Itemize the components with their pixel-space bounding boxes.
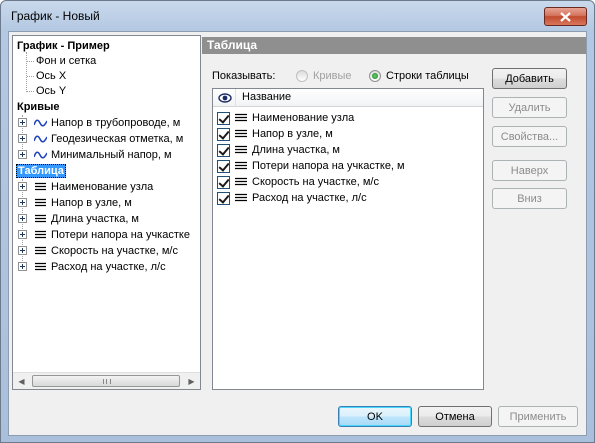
visible-checkbox[interactable] <box>217 191 230 205</box>
tree-item-background[interactable]: Фон и сетка <box>36 53 96 69</box>
tree-table-group[interactable]: Таблица <box>16 163 66 179</box>
list-item[interactable]: Напор в узле, м <box>217 126 333 142</box>
tree-table-label: Таблица <box>16 164 66 178</box>
tree-table-item[interactable]: Скорость на участке, м/с <box>17 243 178 259</box>
expand-icon[interactable] <box>18 246 27 255</box>
tree-item-axis-y[interactable]: Ось Y <box>36 83 66 99</box>
scroll-thumb[interactable] <box>32 375 180 387</box>
tree-table-item[interactable]: Наименование узла <box>17 179 153 195</box>
text-lines-icon <box>235 193 247 202</box>
list-item[interactable]: Потери напора на учкастке, м <box>217 158 405 174</box>
radio-curves-label: Кривые <box>313 70 352 82</box>
list-item[interactable]: Длина участка, м <box>217 142 340 158</box>
radio-table-rows-label: Строки таблицы <box>386 70 469 82</box>
radio-curves-circle <box>296 70 308 82</box>
tree-item-axis-x[interactable]: Ось X <box>36 68 66 84</box>
close-button[interactable] <box>544 7 587 26</box>
panel-header: Таблица <box>202 37 586 54</box>
window-title: График - Новый <box>11 9 100 23</box>
list-item-label: Напор в узле, м <box>252 128 333 140</box>
apply-button[interactable]: Применить <box>498 406 578 427</box>
tree-table-item[interactable]: Расход на участке, л/с <box>17 259 166 275</box>
list-item-label: Расход на участке, л/с <box>252 192 367 204</box>
expand-icon[interactable] <box>18 134 27 143</box>
text-lines-icon <box>235 161 247 170</box>
show-label: Показывать: <box>212 70 276 82</box>
list-item-label: Потери напора на учкастке, м <box>252 160 405 172</box>
expand-icon[interactable] <box>18 198 27 207</box>
tree-table-item-label: Напор в узле, м <box>51 197 132 209</box>
settings-tree[interactable]: График - Пример Фон и сетка Ось X Ось Y … <box>12 35 201 390</box>
title-bar[interactable]: График - Новый <box>1 1 594 31</box>
expand-icon[interactable] <box>18 230 27 239</box>
tree-curve-item[interactable]: Геодезическая отметка, м <box>17 131 183 147</box>
list-header: Название <box>213 89 483 107</box>
table-rows-list[interactable]: Название Наименование узла Напор в узле,… <box>212 88 484 390</box>
tree-table-item-label: Длина участка, м <box>51 213 139 225</box>
dialog-window: График - Новый График - Пример Фон и сет… <box>0 0 595 443</box>
list-item-label: Длина участка, м <box>252 144 340 156</box>
visible-checkbox[interactable] <box>217 127 230 141</box>
tree-curve-label: Минимальный напор, м <box>51 149 172 161</box>
ok-button[interactable]: OK <box>338 406 412 427</box>
visible-checkbox[interactable] <box>217 111 230 125</box>
scroll-grip-icon <box>103 379 111 384</box>
eye-icon[interactable] <box>218 92 232 104</box>
column-name-header[interactable]: Название <box>242 91 291 103</box>
text-lines-icon <box>34 262 47 272</box>
add-button[interactable]: Добавить <box>492 68 567 89</box>
properties-button[interactable]: Свойства... <box>492 126 567 147</box>
list-item-label: Скорость на участке, м/с <box>252 176 379 188</box>
list-item[interactable]: Расход на участке, л/с <box>217 190 367 206</box>
expand-icon[interactable] <box>18 118 27 127</box>
text-lines-icon <box>34 230 47 240</box>
tree-table-item[interactable]: Напор в узле, м <box>17 195 132 211</box>
radio-table-rows-circle[interactable] <box>369 70 381 82</box>
list-item[interactable]: Наименование узла <box>217 110 354 126</box>
radio-table-rows[interactable]: Строки таблицы <box>369 70 469 82</box>
tree-table-item-label: Расход на участке, л/с <box>51 261 166 273</box>
text-lines-icon <box>235 177 247 186</box>
text-lines-icon <box>34 246 47 256</box>
tree-curve-label: Геодезическая отметка, м <box>51 133 184 145</box>
tree-curves-group[interactable]: Кривые <box>17 99 59 115</box>
text-lines-icon <box>235 129 247 138</box>
tree-curve-item[interactable]: Минимальный напор, м <box>17 147 172 163</box>
tree-horizontal-scrollbar[interactable]: ◀ ▶ <box>13 372 200 389</box>
close-icon <box>560 11 571 22</box>
expand-icon[interactable] <box>18 150 27 159</box>
tree-table-item[interactable]: Длина участка, м <box>17 211 139 227</box>
text-lines-icon <box>34 214 47 224</box>
expand-icon[interactable] <box>18 262 27 271</box>
text-lines-icon <box>34 198 47 208</box>
cancel-button[interactable]: Отмена <box>418 406 492 427</box>
dialog-client: График - Пример Фон и сетка Ось X Ось Y … <box>8 31 587 436</box>
move-up-button[interactable]: Наверх <box>492 160 567 181</box>
tree-table-item-label: Потери напора на учкастке <box>51 229 190 241</box>
delete-button[interactable]: Удалить <box>492 97 567 118</box>
tree-curve-label: Напор в трубопроводе, м <box>51 117 181 129</box>
visible-checkbox[interactable] <box>217 175 230 189</box>
scroll-right-arrow-icon[interactable]: ▶ <box>183 373 200 389</box>
tree-curve-item[interactable]: Напор в трубопроводе, м <box>17 115 180 131</box>
tree-table-item-label: Скорость на участке, м/с <box>51 245 178 257</box>
curve-wave-icon <box>34 150 47 160</box>
expand-icon[interactable] <box>18 182 27 191</box>
text-lines-icon <box>235 145 247 154</box>
curve-wave-icon <box>34 134 47 144</box>
list-item[interactable]: Скорость на участке, м/с <box>217 174 379 190</box>
text-lines-icon <box>235 113 247 122</box>
tree-table-item-label: Наименование узла <box>51 181 154 193</box>
move-down-button[interactable]: Вниз <box>492 188 567 209</box>
visible-checkbox[interactable] <box>217 143 230 157</box>
list-item-label: Наименование узла <box>252 112 355 124</box>
tree-table-item[interactable]: Потери напора на учкастке <box>17 227 190 243</box>
text-lines-icon <box>34 182 47 192</box>
tree-root[interactable]: График - Пример <box>17 38 110 54</box>
scroll-left-arrow-icon[interactable]: ◀ <box>13 373 30 389</box>
expand-icon[interactable] <box>18 214 27 223</box>
radio-curves: Кривые <box>296 70 352 82</box>
visible-checkbox[interactable] <box>217 159 230 173</box>
curve-wave-icon <box>34 118 47 128</box>
